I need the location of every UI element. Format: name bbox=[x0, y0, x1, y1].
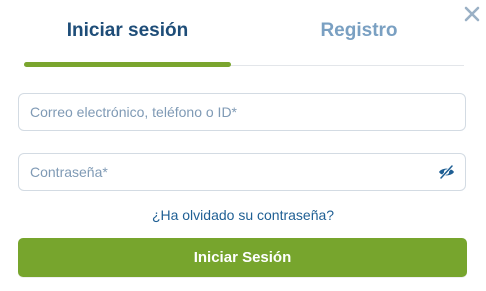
email-input[interactable] bbox=[19, 94, 465, 130]
login-submit-button[interactable]: Iniciar Sesión bbox=[18, 238, 467, 277]
tab-login[interactable]: Iniciar sesión bbox=[24, 0, 231, 67]
password-input[interactable] bbox=[19, 154, 465, 190]
email-field bbox=[18, 93, 466, 131]
password-visibility-toggle[interactable] bbox=[438, 165, 455, 179]
password-field bbox=[18, 153, 466, 191]
tab-register[interactable]: Registro bbox=[244, 0, 474, 67]
login-submit-label: Iniciar Sesión bbox=[193, 249, 292, 266]
tab-login-label: Iniciar sesión bbox=[66, 20, 189, 41]
active-tab-indicator bbox=[24, 62, 231, 67]
tab-register-label: Registro bbox=[320, 20, 398, 41]
auth-tabs: Iniciar sesión Registro bbox=[24, 0, 464, 67]
login-modal: Iniciar sesión Registro ¿Ha olvidado su … bbox=[0, 0, 486, 291]
eye-slash-icon bbox=[439, 165, 454, 179]
forgot-password-link[interactable]: ¿Ha olvidado su contraseña? bbox=[0, 207, 486, 223]
